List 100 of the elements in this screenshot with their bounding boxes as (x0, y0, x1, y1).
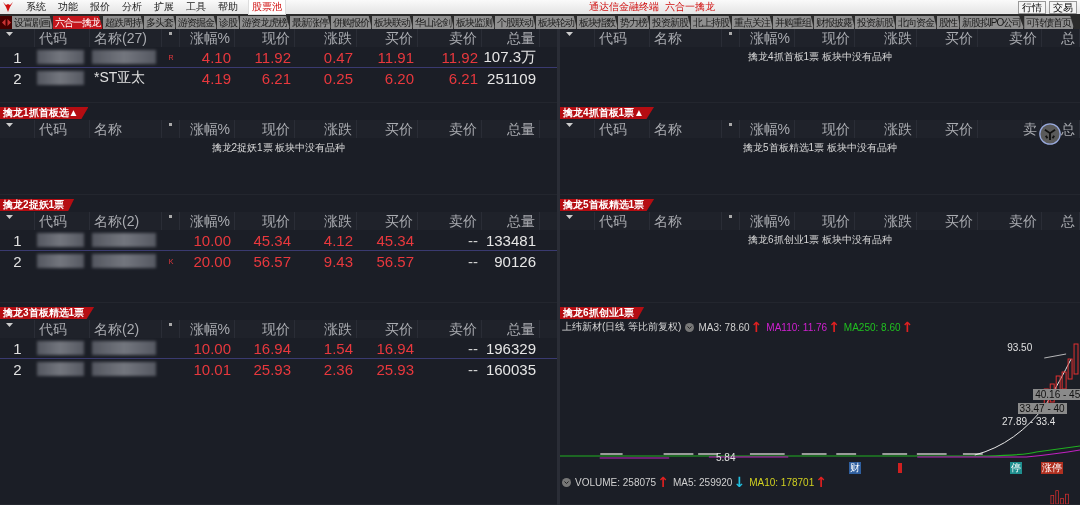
column-header[interactable]: 现价 (262, 121, 290, 137)
column-header[interactable]: 代码 (39, 121, 67, 137)
column-header[interactable]: 买价 (945, 121, 973, 137)
column-header[interactable]: 总量 (507, 213, 535, 229)
column-header[interactable]: 现价 (822, 121, 850, 137)
tab[interactable]: 板块指数 (577, 16, 618, 29)
column-header[interactable]: 买价 (385, 121, 413, 137)
menu-item[interactable]: 分析 (116, 0, 148, 14)
column-header[interactable]: 卖价 (449, 30, 477, 46)
tab[interactable]: 华山论剑 (413, 16, 454, 29)
dropdown-icon[interactable] (6, 32, 13, 36)
tab[interactable]: 併购报价 (331, 16, 372, 29)
tab[interactable]: 超跌周持 (103, 16, 144, 29)
column-header[interactable]: 现价 (262, 213, 290, 229)
tab[interactable]: 游资掘金 (176, 16, 217, 29)
section-title[interactable]: 擒龙1抓首板选▲ (0, 107, 89, 119)
column-header[interactable]: 名称(2) (94, 321, 140, 337)
tab[interactable]: 重点关注 (732, 16, 773, 29)
column-header[interactable]: 总量 (507, 121, 535, 137)
tab[interactable]: 设置剧画 (12, 16, 53, 29)
toggle-icon[interactable] (685, 322, 695, 332)
section-title[interactable]: 擒龙4抓首板1票▲ (560, 107, 655, 119)
dropdown-icon[interactable] (6, 215, 13, 219)
column-header[interactable]: 名称 (654, 213, 682, 229)
column-header[interactable]: 涨跌 (884, 213, 912, 229)
column-header[interactable]: 买价 (385, 213, 413, 229)
column-header[interactable]: 卖价 (1009, 30, 1037, 46)
tab[interactable]: 板块监测 (454, 16, 495, 29)
dropdown-icon[interactable] (566, 123, 573, 127)
column-header[interactable]: 涨跌 (324, 321, 352, 337)
column-header[interactable]: 现价 (822, 30, 850, 46)
column-header[interactable]: 总量 (507, 30, 535, 46)
dropdown-icon[interactable] (6, 123, 13, 127)
column-header[interactable]: 卖价 (449, 213, 477, 229)
section-title[interactable]: 擒龙5首板精选1票 (560, 199, 655, 211)
menu-item[interactable]: 扩展 (148, 0, 180, 14)
tab[interactable]: 投资新股 (650, 16, 691, 29)
tab[interactable]: 势力榜 (618, 16, 650, 29)
column-header[interactable]: 涨幅% (189, 321, 230, 337)
menu-item[interactable]: 帮助 (212, 0, 244, 14)
tab[interactable]: 最新涨停 (290, 16, 331, 29)
column-header[interactable]: 总 (1061, 121, 1075, 137)
table-row[interactable]: 2 *ST亚太 4.19 6.21 0.25 6.20 6.21 251109 (0, 68, 557, 89)
column-header[interactable]: 名称 (654, 121, 682, 137)
column-header[interactable]: 涨跌 (324, 121, 352, 137)
menu-item[interactable]: 报价 (84, 0, 116, 14)
column-header[interactable]: 涨跌 (324, 213, 352, 229)
column-header[interactable]: 买价 (385, 321, 413, 337)
tab[interactable]: 可转债首页 (1024, 16, 1075, 29)
column-header[interactable]: 代码 (39, 213, 67, 229)
dropdown-icon[interactable] (566, 215, 573, 219)
column-header[interactable]: 名称 (94, 121, 122, 137)
tab[interactable]: 股性 (937, 16, 960, 29)
column-header[interactable]: 总 (1061, 30, 1075, 46)
tab[interactable]: 多头套 (144, 16, 176, 29)
column-header[interactable]: 代码 (39, 30, 67, 46)
column-header[interactable]: 卖价 (1009, 213, 1037, 229)
toolbar-button[interactable]: 行情 (1018, 0, 1046, 14)
column-header[interactable]: 涨跌 (884, 121, 912, 137)
tab[interactable]: 并购重组 (773, 16, 814, 29)
tab[interactable]: 北上持股 (691, 16, 732, 29)
table-row[interactable]: 2 10.01 25.93 2.36 25.93 -- 160035 (0, 359, 557, 380)
column-header[interactable]: 涨幅% (189, 213, 230, 229)
toggle-icon[interactable] (562, 477, 571, 487)
column-header[interactable]: 名称(2) (94, 213, 140, 229)
column-header[interactable]: 现价 (822, 213, 850, 229)
column-header[interactable]: 涨幅% (189, 121, 230, 137)
section-title[interactable]: 擒龙6抓创业1票 (560, 307, 645, 319)
column-header[interactable]: 现价 (262, 30, 290, 46)
column-header[interactable]: 涨幅% (749, 121, 790, 137)
column-header[interactable]: 名称 (654, 30, 682, 46)
table-row[interactable]: 1 10.00 16.94 1.54 16.94 -- 196329 (0, 338, 557, 359)
tab[interactable]: 游资龙虎榜 (240, 16, 290, 29)
column-header[interactable]: 代码 (39, 321, 67, 337)
column-header[interactable]: 买价 (385, 30, 413, 46)
tab[interactable]: 六合一擒龙 (53, 16, 103, 29)
column-header[interactable]: 买价 (945, 213, 973, 229)
tab[interactable]: 财报披露 (814, 16, 855, 29)
tab[interactable]: 个股联动 (495, 16, 536, 29)
column-header[interactable]: 卖价 (449, 121, 477, 137)
assistant-icon[interactable] (1039, 123, 1061, 145)
menu-item[interactable]: 系统 (20, 0, 52, 14)
menu-item[interactable]: 工具 (180, 0, 212, 14)
column-header[interactable]: 卖 (1023, 121, 1037, 137)
dropdown-icon[interactable] (6, 323, 13, 327)
column-header[interactable]: 涨跌 (884, 30, 912, 46)
column-header[interactable]: 涨跌 (324, 30, 352, 46)
dropdown-icon[interactable] (566, 32, 573, 36)
tab[interactable]: 板块联动 (372, 16, 413, 29)
column-header[interactable]: 总 (1061, 213, 1075, 229)
column-header[interactable]: 涨幅% (189, 30, 230, 46)
tab[interactable]: 投资新股 (855, 16, 896, 29)
column-header[interactable]: 代码 (599, 30, 627, 46)
tab[interactable]: 板块轮动 (536, 16, 577, 29)
column-header[interactable]: 买价 (945, 30, 973, 46)
toolbar-button[interactable]: 交易 (1049, 0, 1077, 14)
column-header[interactable]: 涨幅% (749, 30, 790, 46)
column-header[interactable]: 现价 (262, 321, 290, 337)
section-title[interactable]: 擒龙2捉妖1票 (0, 199, 75, 211)
column-header[interactable]: 代码 (599, 213, 627, 229)
